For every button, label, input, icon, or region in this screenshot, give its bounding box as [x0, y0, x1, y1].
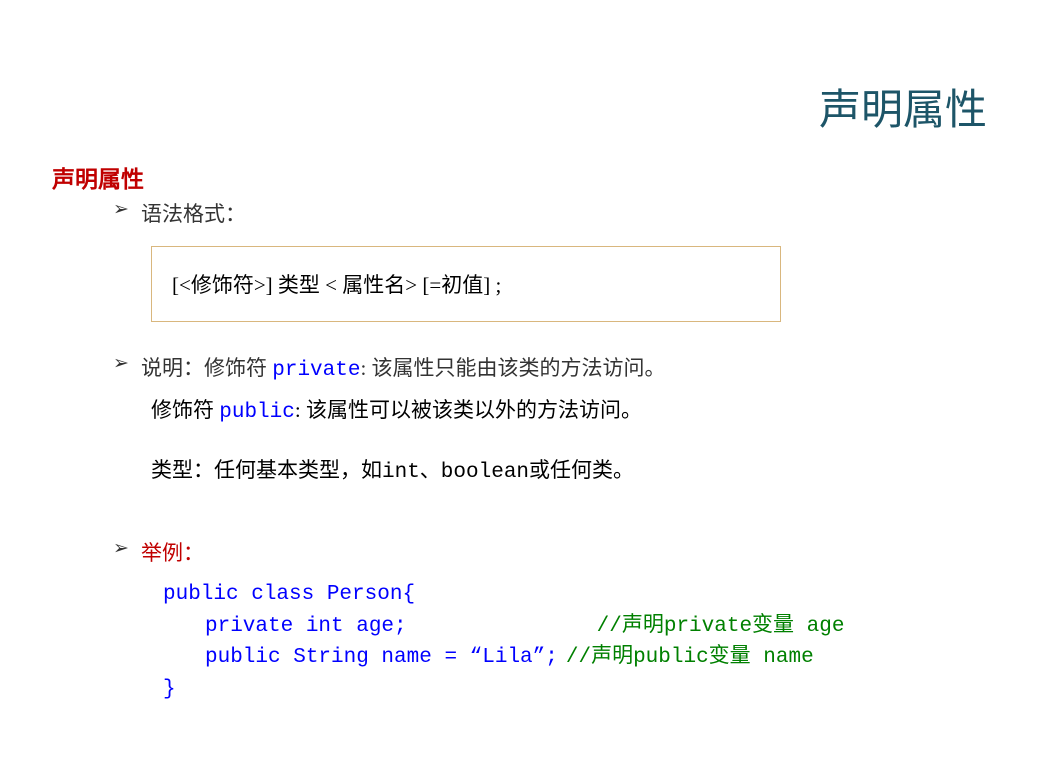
comment-private: //声明private变量 age: [597, 615, 845, 638]
desc-suffix: : 该属性只能由该类的方法访问。: [360, 356, 665, 380]
code-line-1: public class Person{: [163, 579, 963, 611]
content-area: 语法格式： [<修饰符>] 类型 < 属性名> [=初值] ; 说明：修饰符 p…: [113, 198, 963, 705]
section-title: 声明属性: [52, 160, 144, 194]
keyword-private: private: [272, 359, 360, 382]
example-bullet: 举例：: [113, 537, 963, 567]
keyword-public: public: [219, 401, 295, 424]
syntax-box: [<修饰符>] 类型 < 属性名> [=初值] ;: [151, 246, 781, 322]
example-section: 举例： public class Person{ private int age…: [113, 537, 963, 705]
description-bullet: 说明：修饰符 private: 该属性只能由该类的方法访问。: [113, 352, 963, 382]
desc3-prefix: 类型：任何基本类型，如: [151, 458, 382, 482]
desc2-suffix: : 该属性可以被该类以外的方法访问。: [295, 398, 642, 422]
code-line-2: private int age; //声明private变量 age: [205, 611, 963, 643]
desc3-suffix: 或任何类。: [529, 458, 634, 482]
code-block: public class Person{ private int age; //声…: [163, 579, 963, 705]
code-line-3: public String name = “Lila”; //声明public变量…: [205, 642, 963, 674]
public-description: 修饰符 public: 该属性可以被该类以外的方法访问。: [151, 394, 963, 430]
code-private-decl: private int age;: [205, 615, 407, 638]
type-description: 类型：任何基本类型，如int、boolean或任何类。: [151, 454, 963, 490]
comment-public: //声明public变量 name: [566, 646, 814, 669]
syntax-format-bullet: 语法格式：: [113, 198, 963, 228]
desc2-prefix: 修饰符: [151, 398, 219, 422]
code-public-decl: public String name = “Lila”;: [205, 646, 558, 669]
page-title: 声明属性: [819, 76, 987, 137]
desc-prefix: 说明：修饰符: [141, 356, 272, 380]
code-line-4: }: [163, 674, 963, 706]
desc3-types: int、boolean: [382, 461, 529, 484]
